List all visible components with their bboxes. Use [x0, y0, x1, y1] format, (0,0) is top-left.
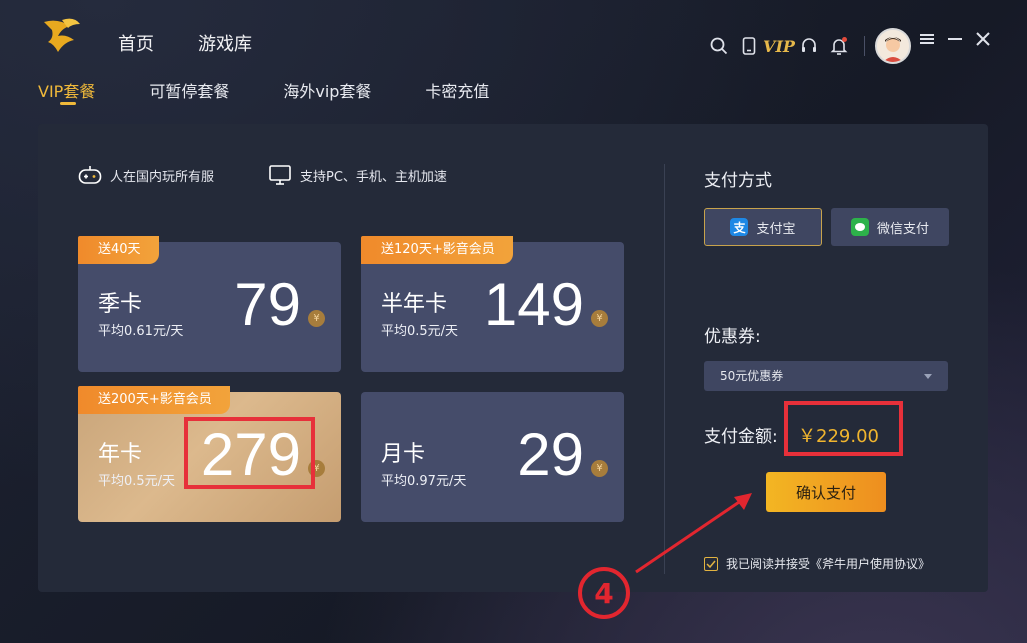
plan-card-monthly[interactable]: 月卡 平均0.97元/天 29 ¥	[361, 392, 624, 522]
plan-badge: 送200天+影音会员	[78, 386, 230, 414]
tab-card-recharge[interactable]: 卡密充值	[425, 78, 489, 102]
tab-pausable-package[interactable]: 可暂停套餐	[149, 78, 229, 102]
gamepad-icon	[78, 166, 102, 184]
tab-vip-package[interactable]: VIP套餐	[38, 78, 95, 105]
plan-name: 半年卡	[381, 292, 448, 317]
plan-average: 平均0.5元/天	[98, 474, 176, 489]
payment-method-title: 支付方式	[704, 171, 772, 191]
highlight-box-amount	[784, 401, 903, 456]
feature-label: 支持PC、手机、主机加速	[300, 169, 447, 185]
amount-label: 支付金额:	[704, 427, 778, 447]
plan-card-half-year[interactable]: 送120天+影音会员 半年卡 平均0.5元/天 149 ¥	[361, 236, 624, 372]
main-panel: 人在国内玩所有服 支持PC、手机、主机加速 送40天 季卡 平均0.61元/天 …	[38, 124, 988, 592]
coupon-label: 优惠券:	[704, 327, 761, 347]
minimize-icon[interactable]	[946, 30, 964, 48]
search-icon[interactable]	[708, 35, 730, 57]
alipay-button[interactable]: 支 支付宝	[704, 208, 822, 246]
coupon-select[interactable]: 50元优惠券	[704, 361, 948, 391]
headset-icon[interactable]	[798, 35, 820, 57]
tab-overseas-vip[interactable]: 海外vip套餐	[283, 78, 371, 102]
feature-multiplatform: 支持PC、手机、主机加速	[268, 164, 447, 186]
plan-price: 79	[234, 271, 301, 338]
highlight-box-price	[184, 417, 315, 489]
mobile-icon[interactable]	[738, 35, 760, 57]
plan-name: 年卡	[98, 442, 143, 467]
feature-domestic: 人在国内玩所有服	[78, 164, 214, 186]
avatar[interactable]	[875, 28, 911, 64]
nav-home[interactable]: 首页	[118, 30, 154, 56]
menu-icon[interactable]	[918, 30, 936, 48]
plan-card-quarterly[interactable]: 送40天 季卡 平均0.61元/天 79 ¥	[78, 236, 341, 372]
nav-game-library[interactable]: 游戏库	[198, 30, 252, 56]
coin-icon: ¥	[591, 310, 608, 327]
plan-average: 平均0.5元/天	[381, 324, 459, 339]
notification-bell-icon[interactable]	[828, 35, 850, 57]
annotation-arrow-icon	[635, 493, 752, 574]
alipay-label: 支付宝	[756, 221, 796, 237]
wechat-label: 微信支付	[876, 221, 929, 237]
plan-price: 149	[483, 271, 584, 338]
step-number-badge: 4	[578, 567, 630, 619]
plan-name: 月卡	[381, 442, 426, 467]
plan-badge: 送120天+影音会员	[361, 236, 513, 264]
confirm-payment-button[interactable]: 确认支付	[766, 472, 886, 512]
close-icon[interactable]	[974, 30, 992, 48]
plan-name: 季卡	[98, 292, 143, 317]
coupon-value: 50元优惠券	[720, 369, 784, 383]
coin-icon: ¥	[308, 310, 325, 327]
alipay-icon: 支	[730, 218, 749, 236]
plan-badge: 送40天	[78, 236, 159, 264]
feature-label: 人在国内玩所有服	[110, 169, 215, 185]
plan-average: 平均0.61元/天	[98, 324, 184, 339]
coin-icon: ¥	[591, 460, 608, 477]
monitor-icon	[269, 165, 291, 185]
chevron-down-icon	[924, 374, 932, 379]
wechat-pay-button[interactable]: 微信支付	[831, 208, 949, 246]
app-logo-icon	[44, 18, 80, 52]
wechat-icon	[850, 218, 869, 236]
plan-price: 29	[517, 421, 584, 488]
vip-icon[interactable]: VIP	[763, 35, 795, 57]
header-divider	[864, 36, 865, 56]
plan-average: 平均0.97元/天	[381, 474, 467, 489]
